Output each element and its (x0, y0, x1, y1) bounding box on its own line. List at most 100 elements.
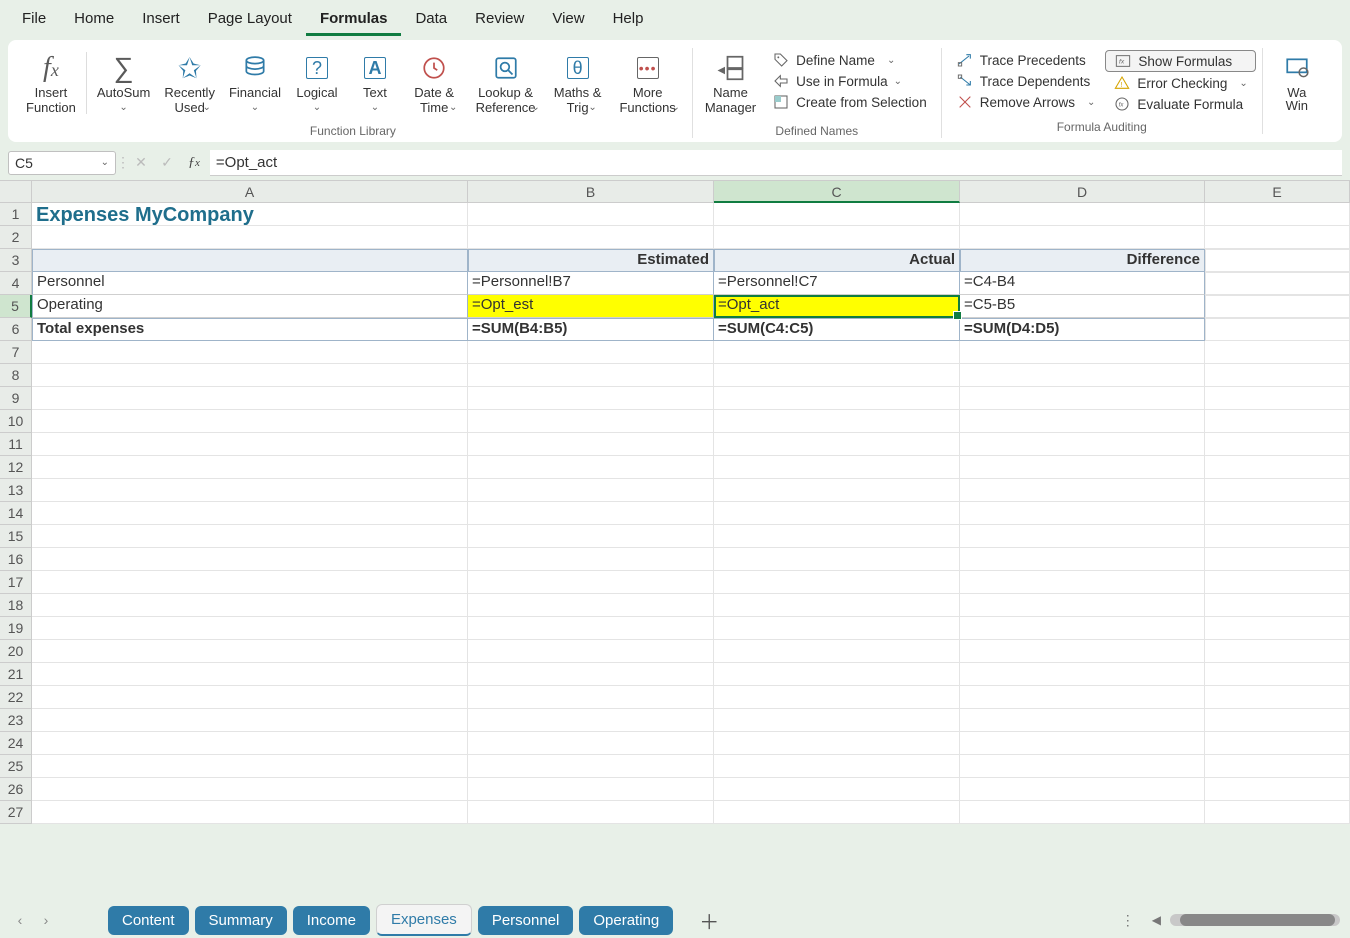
tab-options-button[interactable]: ⋮ (1113, 912, 1143, 929)
trace-precedents-icon (956, 52, 974, 68)
watch-window-button[interactable]: Wa Win (1269, 48, 1325, 116)
menu-view[interactable]: View (538, 4, 598, 36)
row-header-4[interactable]: 4 (0, 272, 32, 295)
name-box-dropdown-icon[interactable]: ⌄ (101, 157, 109, 168)
row-header-5[interactable]: 5 (0, 295, 32, 318)
confirm-edit-button[interactable]: ✓ (156, 151, 178, 175)
logical-button[interactable]: ? Logical ⌄ (289, 48, 345, 115)
formula-input[interactable]: =Opt_act (210, 150, 1342, 176)
menu-home[interactable]: Home (60, 4, 128, 36)
remove-arrows-icon (956, 94, 974, 110)
cell-e1[interactable] (1205, 203, 1350, 226)
cell-c1[interactable] (714, 203, 960, 226)
sheet-tab-operating[interactable]: Operating (579, 906, 673, 935)
ribbon-group-function-library: fx Insert Function ∑ AutoSum ⌄ ✩ Recentl… (14, 48, 693, 138)
cell-a1[interactable]: Expenses MyCompany (32, 203, 468, 226)
group-label-defined-names: Defined Names (775, 124, 858, 138)
cell-b1[interactable] (468, 203, 714, 226)
sheet-tab-expenses[interactable]: Expenses (376, 904, 472, 936)
database-icon (242, 50, 268, 86)
col-header-a[interactable]: A (32, 181, 468, 203)
maths-trig-button[interactable]: θ Maths & Trig ⌄ (548, 48, 608, 115)
tab-nav-prev[interactable]: ‹ (10, 912, 30, 928)
evaluate-formula-button[interactable]: fx Evaluate Formula (1105, 94, 1255, 114)
cell-b3[interactable]: Estimated (468, 249, 714, 272)
cell-c3[interactable]: Actual (714, 249, 960, 272)
cell-d1[interactable] (960, 203, 1205, 226)
col-header-d[interactable]: D (960, 181, 1205, 203)
menu-data[interactable]: Data (401, 4, 461, 36)
hscroll-left[interactable]: ◀ (1149, 913, 1164, 927)
horizontal-scrollbar[interactable] (1170, 914, 1340, 926)
create-from-selection-button[interactable]: Create from Selection (764, 92, 935, 112)
star-icon: ✩ (178, 50, 201, 86)
spreadsheet[interactable]: A B C D E 1 Expenses MyCompany 2 3 Estim… (0, 180, 1350, 824)
remove-arrows-button[interactable]: Remove Arrows ⌄ (948, 92, 1104, 112)
name-manager-button[interactable]: Name Manager (699, 48, 762, 118)
add-sheet-button[interactable]: ＋ (699, 906, 719, 935)
sheet-tab-content[interactable]: Content (108, 906, 189, 935)
cell-d3[interactable]: Difference (960, 249, 1205, 272)
cell-b6[interactable]: =SUM(B4:B5) (468, 318, 714, 341)
menu-insert[interactable]: Insert (128, 4, 194, 36)
col-header-c[interactable]: C (714, 181, 960, 203)
row-header-2[interactable]: 2 (0, 226, 32, 249)
row-header-3[interactable]: 3 (0, 249, 32, 272)
menu-review[interactable]: Review (461, 4, 538, 36)
menu-formulas[interactable]: Formulas (306, 4, 402, 36)
cell-b5[interactable]: =Opt_est (468, 295, 714, 318)
cell-c6[interactable]: =SUM(C4:C5) (714, 318, 960, 341)
menu-file[interactable]: File (8, 4, 60, 36)
search-icon (493, 50, 519, 86)
name-box[interactable]: C5 ⌄ (8, 151, 116, 175)
sheet-tab-income[interactable]: Income (293, 906, 370, 935)
text-button[interactable]: A Text ⌄ (347, 48, 403, 115)
cell-b4[interactable]: =Personnel!B7 (468, 272, 714, 295)
cell-d5[interactable]: =C5-B5 (960, 295, 1205, 318)
autosum-button[interactable]: ∑ AutoSum ⌄ (91, 48, 156, 115)
sheet-tabs: ‹ › Content Summary Income Expenses Pers… (0, 902, 1350, 938)
error-checking-button[interactable]: ! Error Checking ⌄ (1105, 73, 1255, 93)
row-3: 3 Estimated Actual Difference (0, 249, 1350, 272)
more-icon: ••• (637, 50, 659, 86)
recently-used-button[interactable]: ✩ Recently Used ⌄ (158, 48, 221, 115)
insert-function-button[interactable]: fx Insert Function (20, 48, 82, 118)
cell-c4[interactable]: =Personnel!C7 (714, 272, 960, 295)
row-header-1[interactable]: 1 (0, 203, 32, 226)
cell-a5[interactable]: Operating (32, 295, 468, 318)
row-header-6[interactable]: 6 (0, 318, 32, 341)
select-all-corner[interactable] (0, 181, 32, 203)
col-header-b[interactable]: B (468, 181, 714, 203)
tab-nav-next[interactable]: › (36, 912, 56, 928)
define-name-button[interactable]: Define Name ⌄ (764, 50, 935, 70)
more-functions-button[interactable]: ••• More Functions ⌄ (609, 48, 685, 115)
question-icon: ? (306, 50, 328, 86)
ribbon-group-defined-names: Name Manager Define Name ⌄ Use in Formul… (693, 48, 942, 138)
trace-dependents-button[interactable]: Trace Dependents (948, 71, 1104, 91)
svg-text:fx: fx (1119, 103, 1125, 109)
ribbon-group-watch: Wa Win (1263, 48, 1331, 116)
fx-label-icon[interactable]: ƒx (182, 155, 206, 171)
error-icon: ! (1113, 75, 1131, 91)
financial-button[interactable]: Financial ⌄ (223, 48, 287, 115)
use-in-formula-button[interactable]: Use in Formula ⌄ (764, 71, 935, 91)
trace-precedents-button[interactable]: Trace Precedents (948, 50, 1104, 70)
cell-d4[interactable]: =C4-B4 (960, 272, 1205, 295)
show-formulas-button[interactable]: fx Show Formulas (1105, 50, 1255, 72)
sigma-icon: ∑ (114, 50, 134, 86)
lookup-reference-button[interactable]: Lookup & Reference ⌄ (465, 48, 545, 115)
col-header-e[interactable]: E (1205, 181, 1350, 203)
watch-icon (1284, 50, 1310, 86)
menu-page-layout[interactable]: Page Layout (194, 4, 306, 36)
cell-a6[interactable]: Total expenses (32, 318, 468, 341)
row-1: 1 Expenses MyCompany (0, 203, 1350, 226)
date-time-button[interactable]: Date & Time ⌄ (405, 48, 463, 115)
cell-a3[interactable] (32, 249, 468, 272)
cancel-edit-button[interactable]: ✕ (130, 151, 152, 175)
cell-a4[interactable]: Personnel (32, 272, 468, 295)
menu-help[interactable]: Help (599, 4, 658, 36)
cell-d6[interactable]: =SUM(D4:D5) (960, 318, 1205, 341)
sheet-tab-summary[interactable]: Summary (195, 906, 287, 935)
cell-c5[interactable]: =Opt_act (714, 295, 960, 318)
sheet-tab-personnel[interactable]: Personnel (478, 906, 574, 935)
